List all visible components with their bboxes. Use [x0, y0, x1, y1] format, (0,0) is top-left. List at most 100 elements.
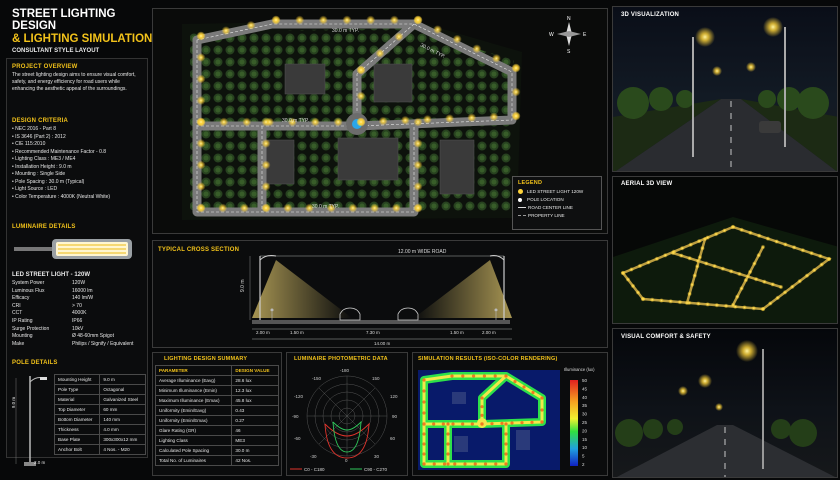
iso-hotspot	[470, 422, 474, 426]
iso-hotspot	[446, 452, 450, 456]
aerial-light	[728, 268, 734, 274]
street-light-icon	[356, 91, 366, 101]
street-light-icon	[366, 15, 376, 25]
scale-tick-label: 40	[582, 395, 588, 400]
view2-label: AERIAL 3D VIEW	[621, 181, 673, 187]
luminaire-heading: LUMINAIRE DETAILS	[12, 224, 76, 230]
pole-value: 60 mm	[99, 404, 146, 415]
iso-hotspot	[441, 422, 445, 426]
simulation-render: Illuminance (lux) 50 45 40 35 30 25 20 15 10 5 2	[418, 367, 595, 470]
road-width-label: 12.00 m WIDE ROAD	[398, 249, 447, 255]
title-line1: STREET LIGHTING DESIGN	[12, 8, 116, 32]
spec-value: > 70	[72, 302, 82, 309]
iso-hotspot	[461, 422, 465, 426]
street-light-icon	[356, 117, 366, 127]
iso-hotspot	[490, 422, 494, 426]
luminaire-name: LED STREET LIGHT - 120W	[12, 272, 91, 278]
luminaire-image	[14, 239, 132, 259]
pole-param: Bottom Diameter	[53, 414, 101, 425]
street-light-icon	[489, 112, 499, 122]
overview-text: The street lighting design aims to ensur…	[12, 72, 136, 92]
street-light-icon	[261, 117, 271, 127]
dim-5: 2.00 m	[482, 330, 496, 335]
street-light-icon	[491, 53, 501, 63]
cross-section-drawing: 12.00 m WIDE ROAD 9.0 m 2.00 m 1.50 m 7.…	[240, 249, 512, 346]
street-light-icon	[413, 182, 423, 191]
pole-value: 4 Nos. - M20	[99, 444, 146, 455]
iso-hotspot	[480, 422, 484, 426]
criteria-item: • Recommended Maintenance Factor - 0.8	[12, 148, 107, 155]
aerial-light	[702, 236, 708, 242]
street-light-icon	[196, 182, 206, 191]
criteria-item: • Light Source : LED	[12, 186, 58, 192]
spec-value: 4000K	[72, 310, 87, 317]
street-light-icon	[391, 203, 401, 213]
spec-value: 140 lm/W	[72, 295, 94, 302]
table-row: Bottom Diameter 140 mm	[53, 414, 146, 425]
compass-n: N	[567, 16, 571, 22]
aerial-light	[809, 250, 814, 256]
street-light-icon	[433, 25, 443, 35]
view-aerial: AERIAL 3D VIEW	[612, 176, 838, 324]
luminaire-spec-row: System Power 120W	[12, 280, 144, 288]
aerial-light	[687, 255, 693, 261]
compass-e: E	[583, 32, 587, 38]
street-light-icon	[242, 117, 252, 127]
iso-hotspot	[513, 379, 517, 384]
aerial-light	[723, 303, 729, 309]
light-beam-left	[252, 260, 352, 318]
angle-n30: -30	[310, 454, 317, 459]
criteria-section: DESIGN CRITERIA • NEC 2016 - Part 8 • IS …	[12, 118, 144, 201]
aerial-light	[637, 263, 643, 269]
aerial-light	[797, 278, 803, 284]
aerial-light	[705, 301, 711, 307]
spec-key: CCT	[12, 310, 23, 317]
aerial-light	[774, 239, 780, 244]
aerial-light	[811, 267, 817, 273]
aerial-light	[696, 238, 702, 244]
angle-n60: -60	[294, 436, 301, 441]
street-light-icon	[221, 26, 231, 36]
legend-label-property: PROPERTY LINE	[528, 213, 565, 218]
pole-drawing	[15, 376, 47, 466]
iso-hotspot	[453, 462, 457, 466]
scale-tick-label: 50	[582, 378, 588, 383]
angle-150: 150	[372, 376, 380, 381]
pole-param: Pole Type	[53, 384, 101, 395]
luminaire-spec-row: Efficacy 140 lm/W	[12, 295, 144, 303]
street-light-icon	[348, 203, 358, 213]
luminaire-spec-row: CCT 4000K	[12, 310, 144, 318]
street-light-icon	[511, 87, 521, 97]
street-light-icon	[413, 139, 423, 148]
iso-hotspot	[463, 462, 467, 466]
criteria-item: • Pole Spacing : 30.0 m (Typical)	[12, 178, 85, 185]
angle-n90: -90	[292, 414, 299, 419]
centerline-line-icon	[518, 207, 526, 208]
summary-param: Uniformity (Emin/Emax)	[154, 415, 233, 426]
spec-value: IP66	[72, 317, 83, 324]
iso-hotspot	[422, 400, 426, 404]
aerial-light	[782, 242, 788, 247]
aerial-light	[713, 231, 719, 237]
aerial-light	[679, 245, 685, 251]
criteria-item: • IS 3646 (Part 2) : 2012	[12, 133, 66, 140]
iso-hotspot	[446, 442, 450, 446]
pole-dot-icon	[518, 197, 522, 202]
legend-box: LEGEND LED STREET LIGHT 120W POLE LOCATI…	[512, 176, 602, 230]
pole-value: 4.0 mm	[99, 424, 146, 435]
summary-param: Maximum Illuminance (Emax)	[154, 395, 233, 406]
pole-value: Octagonal	[99, 384, 146, 395]
iso-hotspot	[540, 408, 544, 412]
legend-heading: LEGEND	[518, 180, 543, 186]
total-width: 14.00 m	[374, 341, 391, 346]
angle-90: 90	[392, 414, 398, 419]
aerial-light	[670, 250, 676, 256]
pole-value: 300x300x12 mm	[99, 434, 146, 445]
view1-label: 3D VISUALIZATION	[621, 12, 680, 18]
aerial-light	[712, 263, 717, 269]
street-light-icon	[356, 65, 366, 75]
iso-hotspot	[480, 413, 484, 417]
angle-0: 0	[345, 458, 348, 463]
street-light-icon	[239, 203, 249, 213]
scale-title: Illuminance (lux)	[564, 367, 595, 372]
